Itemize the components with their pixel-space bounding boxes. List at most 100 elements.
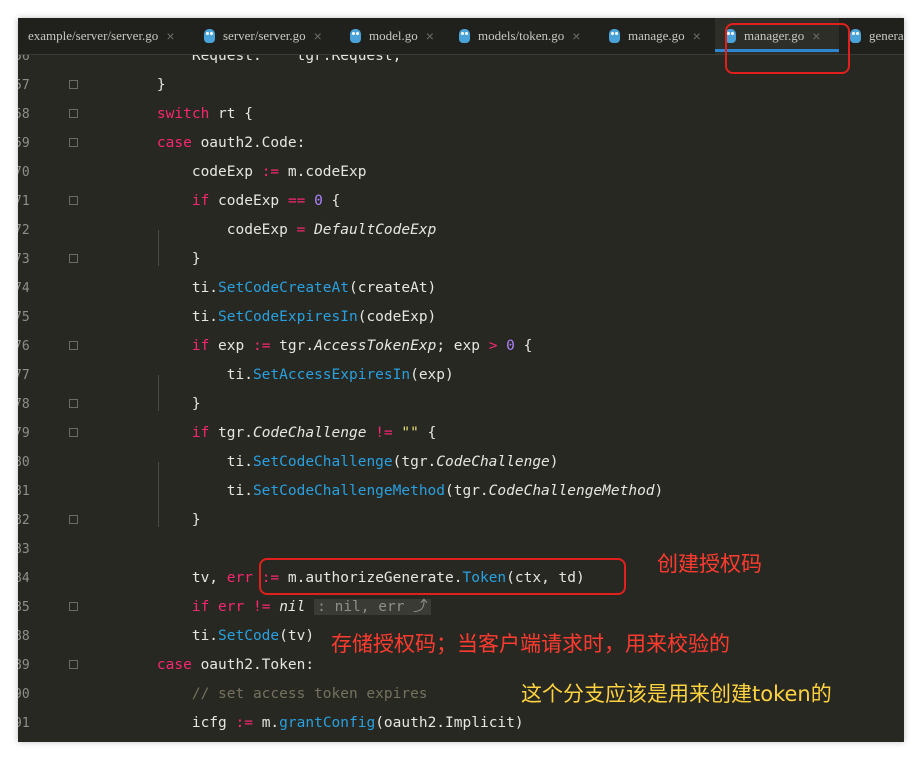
code-line[interactable]: 59 case oauth2.Code: [18, 129, 904, 158]
tab-label: server/server.go [223, 28, 306, 43]
inlay-hint: : nil, err ⤴ [314, 599, 431, 615]
fold-marker-icon[interactable] [69, 428, 78, 437]
code-token: codeExp [122, 222, 297, 238]
line-number: 76 [18, 339, 30, 354]
code-line[interactable]: 76 if exp := tgr.AccessTokenExp; exp > 0… [18, 332, 904, 361]
fold-marker-icon[interactable] [69, 515, 78, 524]
code-text: } [122, 245, 201, 274]
fold-marker-icon[interactable] [69, 196, 78, 205]
line-number: 77 [18, 368, 30, 383]
code-line[interactable]: 57 } [18, 71, 904, 100]
code-token: DefaultCodeExp [314, 222, 437, 238]
code-line[interactable]: 71 if codeExp == 0 { [18, 187, 904, 216]
code-token: := [252, 338, 271, 354]
code-line[interactable]: 85 if err != nil : nil, err ⤴ [18, 593, 904, 622]
code-line[interactable]: 74 ti.SetCodeCreateAt(createAt) [18, 274, 904, 303]
line-number: 71 [18, 194, 30, 209]
close-icon[interactable]: × [314, 28, 322, 44]
code-line[interactable]: 79 if tgr.CodeChallenge != "" { [18, 419, 904, 448]
fold-marker-icon[interactable] [69, 109, 78, 118]
line-number: 59 [18, 136, 30, 151]
tab-models-token-go[interactable]: models/token.go × [459, 18, 605, 54]
code-token: == [287, 193, 306, 209]
code-text: } [122, 71, 166, 100]
code-token: CodeChallenge [252, 425, 367, 441]
tab-label: example/server/server.go [28, 28, 159, 43]
code-token: ti. [122, 454, 253, 470]
tab-label: manage.go [628, 28, 685, 43]
close-icon[interactable]: × [166, 28, 174, 44]
fold-marker-icon[interactable] [69, 660, 78, 669]
code-token: exp [209, 338, 253, 354]
code-line[interactable]: 58 switch rt { [18, 100, 904, 129]
code-text: if err != nil : nil, err ⤴ [122, 593, 431, 622]
code-token: (tv) [279, 628, 315, 644]
fold-marker-icon[interactable] [69, 138, 78, 147]
code-line[interactable]: 77 ti.SetAccessExpiresIn(exp) [18, 361, 904, 390]
code-token: SetCodeExpiresIn [218, 309, 358, 325]
annotation-create-code: 创建授权码 [657, 552, 762, 576]
tab-label: model.go [369, 28, 418, 43]
code-token: case [122, 657, 192, 673]
code-text: switch rt { [122, 100, 253, 129]
fold-marker-icon[interactable] [69, 602, 78, 611]
code-line[interactable]: 80 ti.SetCodeChallenge(tgr.CodeChallenge… [18, 448, 904, 477]
code-text: ti.SetCode(tv) [122, 622, 314, 651]
code-token: "" [401, 425, 419, 441]
code-token: oauth2.Code: [191, 135, 306, 151]
code-text: codeExp := m.codeExp [122, 158, 367, 187]
code-token: { [514, 338, 533, 354]
highlight-box-manager-tab [725, 23, 850, 74]
code-token: } [122, 512, 201, 528]
code-text: case oauth2.Code: [122, 129, 305, 158]
code-line[interactable]: 82 } [18, 506, 904, 535]
close-icon[interactable]: × [426, 28, 434, 44]
code-token: SetCodeCreateAt [218, 280, 349, 296]
code-text: ti.SetAccessExpiresIn(exp) [122, 361, 454, 390]
tab-genera[interactable]: genera [850, 18, 904, 54]
code-token: SetCodeChallenge [252, 454, 393, 470]
go-file-icon [459, 29, 470, 43]
code-token: CodeChallengeMethod [488, 483, 655, 499]
go-file-icon [850, 29, 861, 43]
tab-server-server-go[interactable]: server/server.go × [204, 18, 346, 54]
code-token: m. [252, 715, 280, 731]
code-line[interactable]: 73 } [18, 245, 904, 274]
code-token: tgr. [270, 338, 315, 354]
code-token: (oauth2.Implicit) [375, 715, 524, 731]
code-token: codeExp [209, 193, 288, 209]
code-token: if [122, 193, 210, 209]
fold-marker-icon[interactable] [69, 399, 78, 408]
code-text: ti.SetCodeCreateAt(createAt) [122, 274, 436, 303]
code-token: // set access token expires [122, 686, 428, 702]
close-icon[interactable]: × [693, 28, 701, 44]
code-line[interactable]: 78 } [18, 390, 904, 419]
line-number: 85 [18, 600, 30, 615]
code-line[interactable]: 91 icfg := m.grantConfig(oauth2.Implicit… [18, 709, 904, 738]
code-text: if exp := tgr.AccessTokenExp; exp > 0 { [122, 332, 533, 361]
fold-marker-icon[interactable] [69, 341, 78, 350]
close-icon[interactable]: × [572, 28, 580, 44]
code-token: := [235, 715, 253, 731]
tab-example-server-server-go[interactable]: example/server/server.go × [28, 18, 200, 54]
fold-marker-icon[interactable] [69, 254, 78, 263]
tab-label: genera [869, 28, 904, 43]
code-text: ti.SetCodeChallengeMethod(tgr.CodeChalle… [122, 477, 664, 506]
code-token: Request: tgr.Request, [122, 55, 402, 64]
code-line[interactable]: 72 codeExp = DefaultCodeExp [18, 216, 904, 245]
code-token: { [418, 425, 437, 441]
code-token: if [122, 425, 210, 441]
tab-model-go[interactable]: model.go × [350, 18, 462, 54]
code-line[interactable]: 70 codeExp := m.codeExp [18, 158, 904, 187]
fold-marker-icon[interactable] [69, 80, 78, 89]
line-number: 73 [18, 252, 30, 267]
code-line[interactable]: 81 ti.SetCodeChallengeMethod(tgr.CodeCha… [18, 477, 904, 506]
code-text: ti.SetCodeExpiresIn(codeExp) [122, 303, 436, 332]
code-token: 0 [314, 193, 323, 209]
tab-manage-go[interactable]: manage.go × [609, 18, 727, 54]
code-line[interactable]: 75 ti.SetCodeExpiresIn(codeExp) [18, 303, 904, 332]
